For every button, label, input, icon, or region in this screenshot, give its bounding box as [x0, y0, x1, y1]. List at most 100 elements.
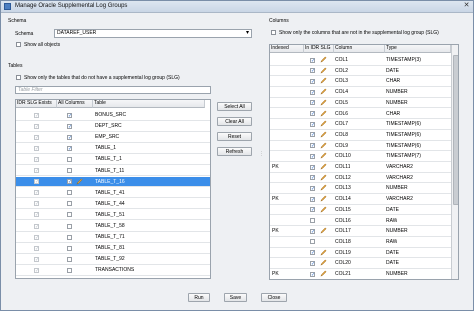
table-row[interactable]: ✓ ✓ TABLE_T_16 [16, 176, 210, 188]
header-idr-slg-exists[interactable]: IDR SLG Exists [16, 100, 57, 108]
all-columns-checkbox[interactable] [67, 212, 72, 218]
pencil-icon[interactable] [320, 270, 327, 278]
table-row[interactable]: ✓ TABLE_T_71 [16, 232, 210, 243]
pencil-icon[interactable] [320, 249, 327, 257]
column-row[interactable]: ✓ COL4 NUMBER [270, 87, 458, 98]
all-columns-checkbox[interactable] [67, 190, 72, 196]
column-row[interactable]: ✓ COL9 TIMESTAMP(6) [270, 141, 458, 152]
column-row[interactable]: ✓ COL6 CHAR [270, 109, 458, 120]
column-row[interactable]: ✓ COL1 TIMESTAMP(3) [270, 55, 458, 66]
all-columns-checkbox[interactable] [67, 245, 72, 251]
table-row[interactable]: ✓ TABLE_T_51 [16, 210, 210, 221]
header-indexed[interactable]: Indexed [270, 45, 304, 53]
all-columns-checkbox[interactable] [67, 223, 72, 229]
in-slg-checkbox[interactable]: ✓ [310, 175, 315, 181]
all-columns-checkbox[interactable]: ✓ [67, 112, 72, 118]
pencil-icon[interactable] [320, 77, 327, 85]
column-row[interactable]: PK ✓ COL21 NUMBER [270, 269, 458, 279]
pencil-icon[interactable] [320, 259, 327, 267]
column-row[interactable]: ✓ COL2 DATE [270, 66, 458, 77]
pencil-icon[interactable] [76, 178, 83, 186]
all-columns-checkbox[interactable]: ✓ [67, 179, 72, 185]
pencil-icon[interactable] [320, 174, 327, 182]
all-columns-checkbox[interactable]: ✓ [67, 134, 72, 140]
column-row[interactable]: ✓ COL8 TIMESTAMP(6) [270, 130, 458, 141]
table-row[interactable]: ✓ TABLE_T_41 [16, 188, 210, 199]
columns-scrollbar[interactable] [451, 45, 458, 279]
in-slg-checkbox[interactable]: ✓ [310, 185, 315, 191]
column-row[interactable]: PK ✓ COL11 VARCHAR2 [270, 162, 458, 173]
select-all-button[interactable]: Select All [217, 102, 252, 111]
all-columns-checkbox[interactable] [67, 234, 72, 240]
pencil-icon[interactable] [320, 227, 327, 235]
close-button[interactable]: Close [261, 293, 287, 302]
in-slg-checkbox[interactable]: ✓ [310, 228, 315, 234]
in-slg-checkbox[interactable]: ✓ [310, 100, 315, 106]
refresh-button[interactable]: Refresh [217, 147, 252, 156]
all-columns-checkbox[interactable] [67, 168, 72, 173]
in-slg-checkbox[interactable]: ✓ [310, 121, 315, 127]
header-column[interactable]: Column [334, 45, 385, 53]
table-row[interactable]: ✓ ✓ TABLE_1 [16, 143, 210, 154]
all-columns-checkbox[interactable] [67, 267, 72, 273]
all-columns-checkbox[interactable] [67, 201, 72, 207]
column-row[interactable]: COL18 RAW [270, 237, 458, 248]
all-columns-checkbox[interactable] [67, 256, 72, 262]
in-slg-checkbox[interactable]: ✓ [310, 164, 315, 170]
table-row[interactable]: ✓ TABLE_T_44 [16, 199, 210, 210]
in-slg-checkbox[interactable]: ✓ [310, 132, 315, 138]
column-row[interactable]: ✓ COL19 DATE [270, 248, 458, 259]
pencil-icon[interactable] [320, 163, 327, 171]
tables-show-only-checkbox[interactable] [16, 75, 21, 80]
pencil-icon[interactable] [320, 67, 327, 75]
in-slg-checkbox[interactable]: ✓ [310, 271, 315, 277]
pencil-icon[interactable] [320, 120, 327, 128]
in-slg-checkbox[interactable]: ✓ [310, 89, 315, 95]
column-row[interactable]: ✓ COL10 TIMESTAMP(7) [270, 151, 458, 162]
column-row[interactable]: PK ✓ COL14 VARCHAR2 [270, 194, 458, 205]
table-row[interactable]: ✓ TABLE_T_58 [16, 221, 210, 232]
header-type[interactable]: Type [385, 45, 451, 53]
column-row[interactable]: PK ✓ COL17 NUMBER [270, 226, 458, 237]
table-row[interactable]: ✓ TABLE_T_92 [16, 254, 210, 265]
table-row[interactable]: ✓ TABLE_T_1 [16, 154, 210, 165]
column-row[interactable]: ✓ COL12 VARCHAR2 [270, 173, 458, 184]
column-row[interactable]: ✓ COL3 CHAR [270, 76, 458, 88]
header-table[interactable]: Table [93, 100, 205, 108]
splitter-handle[interactable]: ⋮ [259, 151, 264, 157]
pencil-icon[interactable] [320, 184, 327, 192]
pencil-icon[interactable] [320, 206, 327, 214]
in-slg-checkbox[interactable]: ✓ [310, 68, 315, 74]
in-slg-checkbox[interactable]: ✓ [310, 143, 315, 149]
column-row[interactable]: ✓ COL15 DATE [270, 205, 458, 216]
reset-button[interactable]: Reset [217, 132, 252, 141]
table-row[interactable]: ✓ TRANSACTIONS [16, 265, 210, 276]
scrollbar-thumb[interactable] [453, 55, 458, 205]
table-row[interactable]: ✓ ✓ BONUS_SRC [16, 110, 210, 121]
header-in-idr-slg[interactable]: In IDR SLG [304, 45, 334, 53]
columns-show-only-checkbox[interactable] [271, 30, 276, 35]
in-slg-checkbox[interactable] [310, 239, 315, 245]
table-row[interactable]: ✓ ✓ EMP_SRC [16, 132, 210, 143]
table-row[interactable]: ✓ TABLE_T_81 [16, 243, 210, 254]
pencil-icon[interactable] [320, 56, 327, 64]
in-slg-checkbox[interactable]: ✓ [310, 196, 315, 202]
title-bar[interactable]: Manage Oracle Supplemental Log Groups ✕ [1, 1, 473, 13]
in-slg-checkbox[interactable]: ✓ [310, 57, 315, 63]
in-slg-checkbox[interactable]: ✓ [310, 153, 315, 159]
table-filter-input[interactable]: Table Filter [15, 86, 211, 94]
column-row[interactable]: ✓ COL7 TIMESTAMP(6) [270, 119, 458, 130]
in-slg-checkbox[interactable]: ✓ [310, 78, 315, 84]
pencil-icon[interactable] [320, 110, 327, 118]
in-slg-checkbox[interactable]: ✓ [310, 111, 315, 117]
table-row[interactable]: ✓ TABLE_T_11 [16, 166, 210, 176]
save-button[interactable]: Save [224, 293, 247, 302]
in-slg-checkbox[interactable] [310, 218, 315, 223]
column-row[interactable]: ✓ COL5 NUMBER [270, 98, 458, 109]
show-all-objects-checkbox[interactable] [16, 42, 21, 47]
run-button[interactable]: Run [188, 293, 210, 302]
all-columns-checkbox[interactable] [67, 156, 72, 162]
column-row[interactable]: COL16 RAW [270, 216, 458, 227]
in-slg-checkbox[interactable]: ✓ [310, 260, 315, 266]
column-row[interactable]: ✓ COL20 DATE [270, 258, 458, 269]
